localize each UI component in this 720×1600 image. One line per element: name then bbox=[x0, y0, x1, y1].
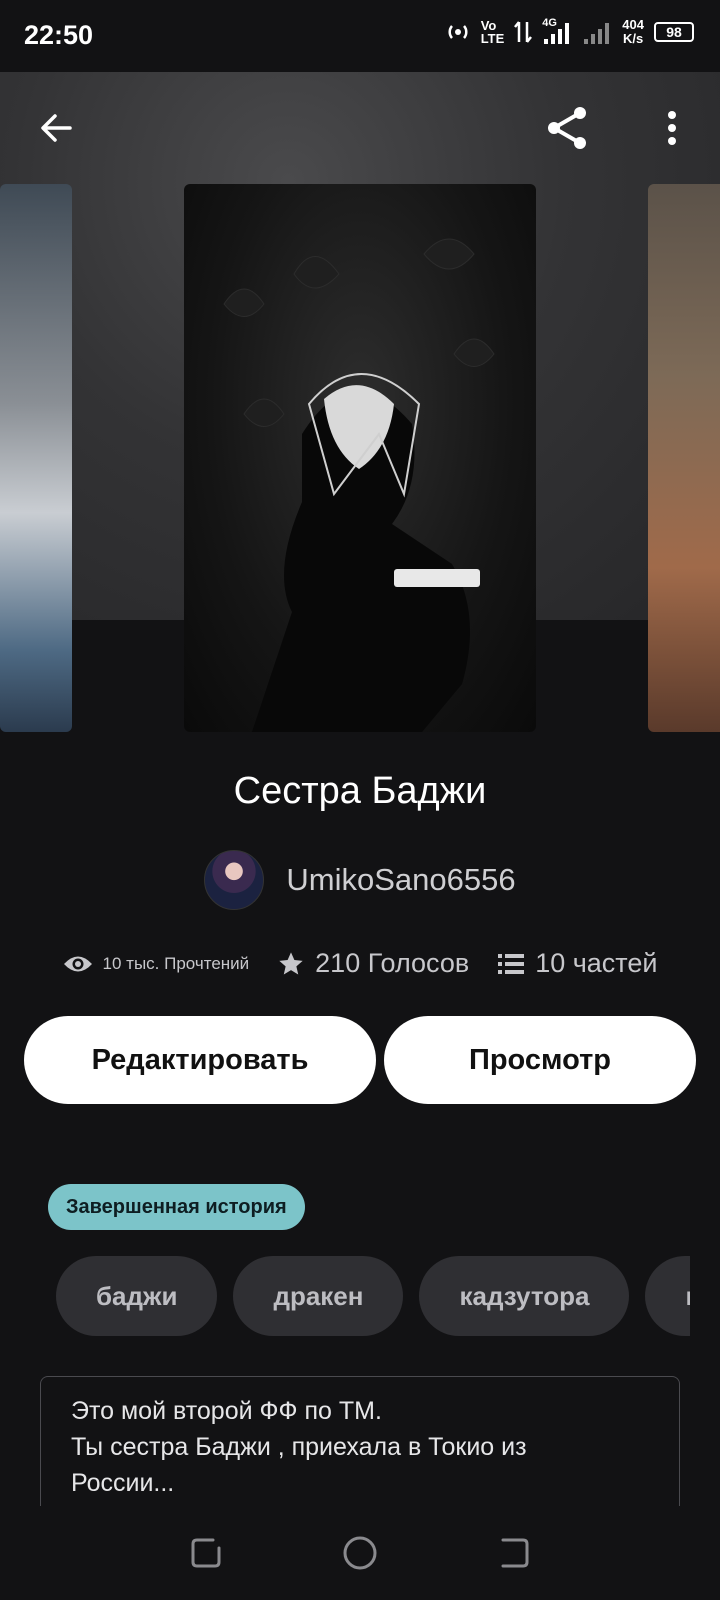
cover-illustration bbox=[223, 238, 495, 732]
home-icon[interactable] bbox=[342, 1535, 378, 1571]
data-transfer-icon bbox=[514, 21, 533, 43]
back-button[interactable] bbox=[24, 96, 88, 160]
more-options-button[interactable] bbox=[640, 96, 704, 160]
cover-next[interactable] bbox=[648, 184, 720, 732]
view-button[interactable]: Просмотр bbox=[384, 1016, 696, 1104]
speed-value: 404 bbox=[622, 17, 644, 32]
signal-strength-1: 4G bbox=[542, 17, 572, 45]
story-title: Сестра Баджи bbox=[233, 770, 487, 812]
edit-button[interactable]: Редактировать bbox=[24, 1016, 376, 1104]
status-icons: Vo LTE 4G 404 K/s 98 bbox=[445, 17, 694, 46]
reads-stat: 10 тыс. Прочтений bbox=[63, 953, 250, 975]
list-icon bbox=[498, 953, 525, 974]
recent-apps-icon[interactable] bbox=[189, 1536, 223, 1570]
description-line: Это мой второй ФФ по ТМ. bbox=[71, 1397, 382, 1425]
eye-icon bbox=[63, 956, 92, 971]
description-line: России... bbox=[71, 1469, 175, 1497]
story-description[interactable]: Это мой второй ФФ по ТМ. Ты сестра Баджи… bbox=[40, 1376, 680, 1506]
description-line: Ты сестра Баджи , приехала в Токио из bbox=[71, 1433, 527, 1461]
share-icon bbox=[548, 107, 586, 149]
star-icon bbox=[279, 951, 303, 974]
cover-previous[interactable] bbox=[0, 184, 72, 732]
reads-count: 10 тыс. Прочтений bbox=[102, 953, 250, 973]
tag-chip[interactable]: кадзутора bbox=[419, 1256, 630, 1336]
parts-count: 10 частей bbox=[535, 948, 658, 978]
avatar[interactable] bbox=[204, 850, 265, 910]
cover-current[interactable] bbox=[184, 184, 536, 732]
volte-bottom: LTE bbox=[480, 31, 505, 46]
status-time: 22:50 bbox=[24, 20, 94, 50]
system-nav-bar bbox=[0, 1506, 720, 1600]
status-badge: Завершенная история bbox=[48, 1184, 305, 1230]
battery-indicator: 98 bbox=[654, 22, 694, 42]
tag-chip[interactable]: баджи bbox=[56, 1256, 218, 1336]
tag-chip[interactable]: кисаки bbox=[645, 1256, 690, 1336]
votes-count: 210 Голосов bbox=[315, 948, 470, 978]
battery-level: 98 bbox=[666, 24, 682, 40]
volte-indicator: Vo LTE bbox=[481, 19, 505, 45]
status-bar: 22:50 Vo LTE 4G 404 K/s 98 bbox=[0, 0, 720, 72]
tags-list[interactable]: баджи дракен кадзутора кисаки bbox=[56, 1256, 690, 1336]
votes-stat: 210 Голосов bbox=[277, 948, 469, 979]
story-stats: 10 тыс. Прочтений 210 Голосов 10 частей bbox=[0, 948, 720, 979]
tag-chip[interactable]: дракен bbox=[233, 1256, 404, 1336]
share-button[interactable] bbox=[536, 96, 600, 160]
hotspot-icon bbox=[448, 25, 468, 39]
speed-unit: K/s bbox=[623, 31, 644, 46]
author-name[interactable]: UmikoSano6556 bbox=[286, 862, 515, 898]
more-vertical-icon bbox=[668, 111, 676, 145]
app-bar bbox=[0, 72, 720, 184]
network-speed: 404 K/s bbox=[622, 18, 644, 46]
signal-bars-2-icon bbox=[584, 23, 610, 44]
back-nav-icon[interactable] bbox=[497, 1536, 531, 1570]
author-row[interactable]: UmikoSano6556 bbox=[0, 850, 720, 910]
arrow-left-icon bbox=[41, 114, 72, 142]
parts-stat: 10 частей bbox=[497, 948, 657, 979]
signal-bars-icon bbox=[544, 23, 570, 44]
